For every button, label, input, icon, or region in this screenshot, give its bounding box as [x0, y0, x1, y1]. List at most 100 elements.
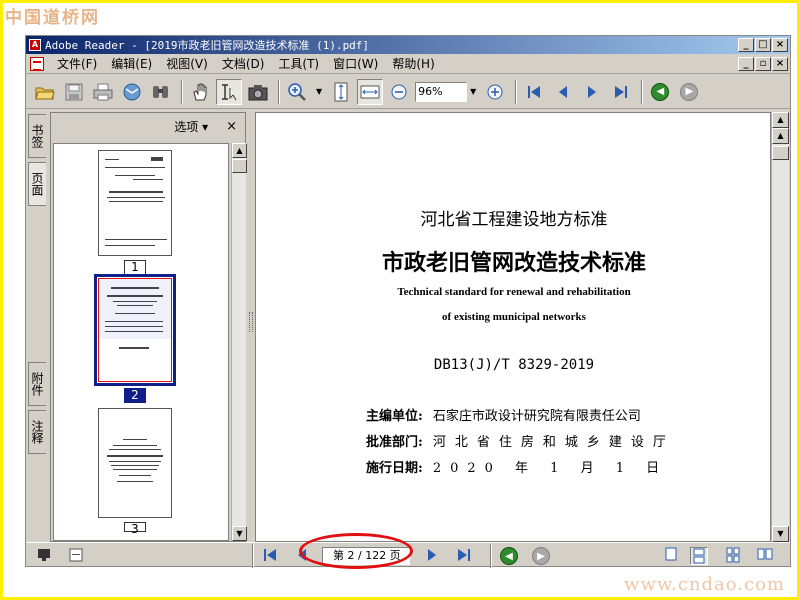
window-title: Adobe Reader - [2019市政老旧管网改造技术标准 (1).pdf… [45, 39, 370, 52]
continuous-layout-icon[interactable] [690, 547, 708, 565]
toolbar-separator [515, 79, 518, 104]
doc-page-up-button[interactable]: ▲ [772, 112, 789, 128]
zoom-plus-icon[interactable] [482, 79, 508, 105]
scroll-up-button[interactable]: ▲ [232, 143, 247, 158]
menu-help[interactable]: 帮助(H) [385, 55, 441, 72]
status-separator [490, 544, 492, 568]
monitor-icon[interactable] [36, 548, 52, 562]
status-prev-page-icon[interactable] [294, 547, 310, 567]
document-icon[interactable] [30, 56, 44, 71]
status-go-forward-icon[interactable]: ▶ [532, 547, 550, 565]
options-menu[interactable]: 选项 ▾ [174, 118, 208, 135]
zoom-in-tool-icon[interactable] [284, 79, 310, 105]
menu-document[interactable]: 文档(D) [215, 55, 272, 72]
status-next-page-icon[interactable] [424, 547, 440, 567]
menu-view[interactable]: 视图(V) [159, 55, 215, 72]
zoom-level-input[interactable]: 96% [415, 81, 468, 102]
close-button[interactable]: × [772, 38, 788, 52]
tab-attachments[interactable]: 附件 [28, 362, 46, 406]
panel-close-button[interactable]: × [226, 119, 237, 134]
doc-close-button[interactable]: × [772, 57, 788, 71]
status-last-page-icon[interactable] [456, 547, 472, 567]
tab-comments[interactable]: 注释 [28, 410, 46, 454]
panel-splitter[interactable] [248, 112, 254, 542]
toolbar-separator [181, 79, 183, 104]
select-text-icon[interactable] [216, 78, 242, 105]
app-window: A Adobe Reader - [2019市政老旧管网改造技术标准 (1).p… [25, 35, 791, 568]
next-page-icon[interactable] [579, 79, 605, 105]
info-key: 主编单位: [366, 409, 423, 424]
fit-width-icon[interactable] [357, 78, 384, 105]
doc-scroll-down-button[interactable]: ▼ [772, 526, 789, 542]
side-tabs: 书签 页面 附件 注释 [26, 112, 48, 542]
toolbar-separator [278, 79, 280, 104]
thumbnail-scrollbar[interactable]: ▲ ▼ [231, 143, 247, 541]
panel-header: 选项 ▾ × [51, 113, 245, 139]
doc-scroll-up-button[interactable]: ▲ [772, 128, 789, 144]
doc-scrollbar-thumb[interactable] [772, 146, 789, 160]
doc-standard-code: DB13(J)/T 8329-2019 [433, 357, 595, 373]
page-thumbnail-2[interactable] [98, 278, 172, 382]
screenshot-frame: 中国道桥网 A Adobe Reader - [2019市政老旧管网改造技术标准… [0, 0, 800, 600]
email-icon[interactable] [119, 79, 145, 105]
toolbar: ▼ 96% ▼ ◀ ▶ [26, 75, 790, 109]
status-first-page-icon[interactable] [262, 547, 278, 567]
menu-tools[interactable]: 工具(T) [271, 55, 326, 72]
page-thumbnail-3[interactable] [98, 408, 172, 518]
toolbar-separator [641, 79, 644, 104]
scrollbar-thumb[interactable] [232, 159, 247, 173]
facing-layout-icon[interactable] [724, 547, 742, 565]
document-properties-icon[interactable] [68, 548, 84, 562]
info-row-approver: 批准部门: 河北省住房和城乡建设厅 [366, 431, 675, 450]
search-icon[interactable] [148, 79, 174, 105]
pdf-page: 河北省工程建设地方标准 市政老旧管网改造技术标准 Technical stand… [256, 113, 770, 541]
status-separator [252, 544, 254, 568]
single-page-layout-icon[interactable] [662, 547, 680, 565]
thumbnail-label[interactable]: 3 [124, 522, 146, 536]
menu-window[interactable]: 窗口(W) [326, 55, 385, 72]
snapshot-icon[interactable] [245, 79, 271, 105]
info-key: 批准部门: [366, 435, 423, 450]
first-page-icon[interactable] [521, 79, 547, 105]
thumbnail-label[interactable]: 1 [124, 260, 146, 275]
go-back-icon[interactable]: ◀ [647, 79, 673, 105]
menu-bar: 文件(F) 编辑(E) 视图(V) 文档(D) 工具(T) 窗口(W) 帮助(H… [26, 54, 790, 74]
doc-subtitle-en-1: Technical standard for renewal and rehab… [397, 286, 631, 298]
info-value: 石家庄市政设计研究院有限责任公司 [432, 409, 641, 424]
zoom-level-dropdown[interactable]: ▼ [470, 87, 476, 96]
adobe-reader-icon: A [29, 39, 41, 51]
continuous-facing-layout-icon[interactable] [756, 547, 774, 565]
minimize-button[interactable]: _ [738, 38, 754, 52]
prev-page-icon[interactable] [550, 79, 576, 105]
menu-file[interactable]: 文件(F) [50, 55, 104, 72]
maximize-button[interactable]: □ [755, 38, 771, 52]
hand-tool-icon[interactable] [187, 79, 213, 105]
open-icon[interactable] [32, 79, 58, 105]
document-scrollbar[interactable]: ▲ ▲ ▼ [771, 112, 789, 542]
watermark-bottom: www.cndao.com [624, 574, 785, 595]
tab-pages[interactable]: 页面 [28, 162, 46, 206]
page-number-field[interactable]: 第 2 / 122 页 [322, 547, 410, 565]
thumbnail-label-selected[interactable]: 2 [124, 388, 146, 403]
doc-minimize-button[interactable]: _ [738, 57, 754, 71]
scroll-down-button[interactable]: ▼ [232, 526, 247, 541]
zoom-tool-dropdown[interactable]: ▼ [316, 87, 322, 96]
fit-page-icon[interactable] [328, 79, 354, 105]
go-forward-icon[interactable]: ▶ [676, 79, 702, 105]
tab-bookmarks[interactable]: 书签 [28, 114, 46, 158]
save-icon[interactable] [61, 79, 87, 105]
info-value: 河北省住房和城乡建设厅 [432, 435, 675, 450]
info-row-effective-date: 施行日期: 2020 年 1 月 1 日 [366, 457, 668, 476]
document-view: 河北省工程建设地方标准 市政老旧管网改造技术标准 Technical stand… [255, 112, 771, 542]
doc-subtitle-en-2: of existing municipal networks [442, 311, 586, 323]
last-page-icon[interactable] [608, 79, 634, 105]
status-bar: 第 2 / 122 页 ◀ ▶ [26, 542, 790, 568]
print-icon[interactable] [90, 79, 116, 105]
doc-restore-button[interactable]: ▫ [755, 57, 771, 71]
pages-panel: 选项 ▾ × 1 2 3 ▲ ▼ [50, 112, 247, 542]
zoom-out-icon[interactable] [386, 79, 412, 105]
status-go-back-icon[interactable]: ◀ [500, 547, 518, 565]
menu-edit[interactable]: 编辑(E) [104, 55, 159, 72]
page-thumbnail-1[interactable] [98, 150, 172, 256]
info-key: 施行日期: [366, 461, 423, 476]
